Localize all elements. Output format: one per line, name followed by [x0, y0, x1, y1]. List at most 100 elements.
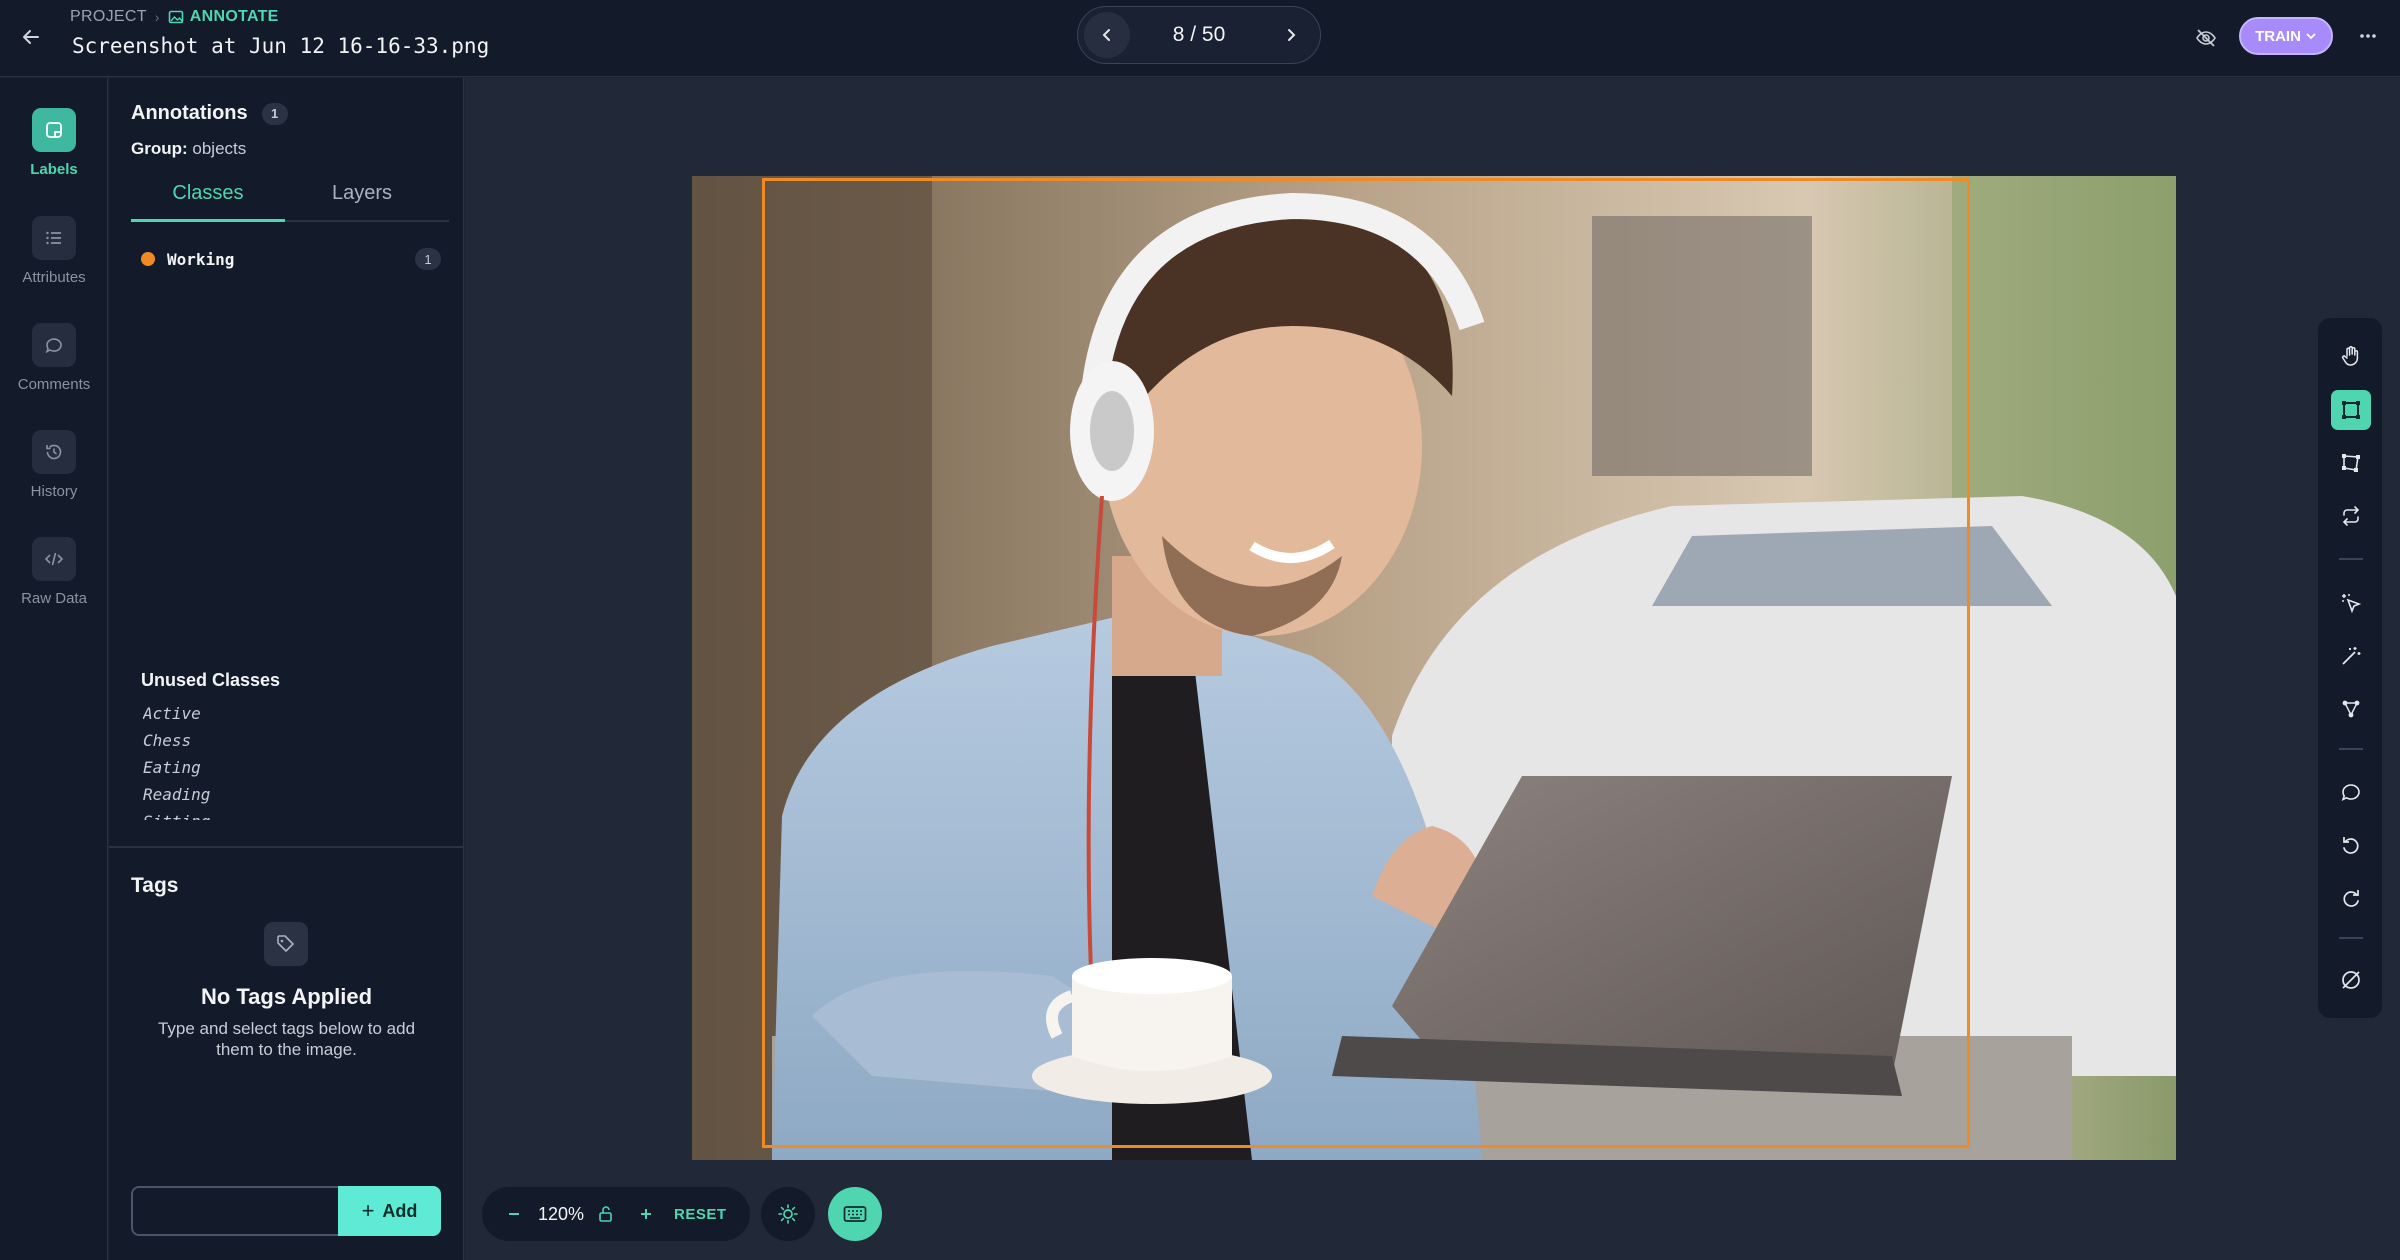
tab-classes[interactable]: Classes: [131, 174, 285, 222]
top-header: PROJECT › ANNOTATE Screenshot at Jun 12 …: [0, 0, 2400, 77]
annotations-title: Annotations: [131, 102, 248, 124]
breadcrumb-annotate-label: ANNOTATE: [189, 8, 279, 25]
hand-icon: [2341, 346, 2359, 366]
repeat-icon: [2342, 506, 2360, 526]
keypoint-tool-button[interactable]: [2331, 689, 2371, 729]
panel-divider: [109, 846, 464, 848]
breadcrumb-project[interactable]: PROJECT: [70, 8, 147, 26]
tags-empty-title: No Tags Applied: [200, 984, 373, 1009]
keyboard-shortcuts-button[interactable]: [828, 1187, 882, 1241]
add-tag-button[interactable]: + Add: [338, 1186, 441, 1236]
class-count-badge: 1: [415, 248, 441, 270]
train-button[interactable]: TRAIN: [2239, 17, 2333, 55]
previous-image-button[interactable]: [1084, 12, 1130, 58]
rail-label-raw-data: Raw Data: [21, 590, 87, 607]
tab-layers[interactable]: Layers: [285, 174, 439, 220]
polygon-icon: [2342, 454, 2360, 472]
comment-tool-button[interactable]: [2331, 772, 2371, 812]
zoom-level: 120%: [538, 1203, 585, 1224]
undo-button[interactable]: [2331, 825, 2371, 865]
train-label: TRAIN: [2255, 27, 2301, 45]
tag-input[interactable]: [131, 1186, 338, 1236]
toolbar-divider: [2339, 558, 2363, 560]
bounding-box-tool-button[interactable]: [2331, 390, 2371, 430]
brightness-button[interactable]: [761, 1187, 815, 1241]
group-label: Group:: [131, 139, 188, 158]
tool-palette: [2318, 318, 2382, 1018]
smart-select-tool-button[interactable]: [2331, 583, 2371, 623]
comment-icon: [32, 323, 76, 367]
unused-class-item[interactable]: Active: [143, 700, 433, 727]
history-icon: [32, 430, 76, 474]
unused-class-item[interactable]: Chess: [143, 727, 433, 754]
plus-icon: [641, 1209, 652, 1219]
smart-select-icon: [2342, 594, 2362, 614]
zoom-lock-button[interactable]: [592, 1200, 620, 1228]
magic-wand-tool-button[interactable]: [2331, 636, 2371, 676]
class-name: Working: [167, 249, 235, 269]
repeat-tool-button[interactable]: [2331, 496, 2371, 536]
plus-icon: +: [361, 1198, 375, 1223]
back-button[interactable]: [16, 22, 46, 52]
arrow-left-icon: [23, 30, 39, 44]
class-row-working[interactable]: Working 1: [141, 246, 441, 272]
label-icon: [32, 108, 76, 152]
comment-icon: [2341, 784, 2360, 802]
code-icon: [32, 537, 76, 581]
left-rail: Labels Attributes Comments History Raw D…: [0, 78, 108, 1260]
unused-class-item[interactable]: Eating: [143, 754, 433, 781]
annotations-header: Annotations 1: [131, 102, 288, 125]
chevron-right-icon: [1287, 29, 1296, 41]
rail-label-history: History: [30, 483, 78, 500]
keyboard-icon: [843, 1206, 867, 1222]
zoom-controls: 120% RESET: [482, 1187, 750, 1241]
unused-classes-list: Active Chess Eating Reading Sitting: [143, 700, 433, 820]
unused-class-item[interactable]: Reading: [143, 781, 433, 808]
redo-icon: [2343, 890, 2359, 907]
tags-title: Tags: [131, 874, 179, 897]
rail-item-comments[interactable]: Comments: [0, 323, 108, 419]
rail-item-history[interactable]: History: [0, 430, 108, 526]
unused-class-item[interactable]: Sitting: [143, 808, 433, 820]
undo-icon: [2343, 837, 2359, 854]
bounding-box-annotation[interactable]: [762, 178, 1970, 1148]
toolbar-divider: [2339, 748, 2363, 750]
add-tag-label: Add: [382, 1200, 418, 1221]
magic-wand-icon: [2342, 647, 2361, 665]
zoom-in-button[interactable]: [632, 1200, 660, 1228]
sun-icon: [778, 1204, 798, 1224]
image-pager: 8 / 50: [1077, 6, 1321, 64]
image-icon: [168, 10, 184, 24]
more-options-button[interactable]: [2352, 20, 2384, 52]
group-value: objects: [192, 139, 247, 158]
pan-tool-button[interactable]: [2331, 336, 2371, 376]
rail-item-labels[interactable]: Labels: [0, 108, 108, 204]
unlock-icon: [599, 1206, 612, 1222]
eye-off-icon: [2196, 29, 2216, 47]
reset-zoom-button[interactable]: RESET: [674, 1206, 727, 1223]
rail-label-comments: Comments: [17, 376, 91, 393]
rail-item-attributes[interactable]: Attributes: [0, 216, 108, 312]
redo-button[interactable]: [2331, 878, 2371, 918]
file-name: Screenshot at Jun 12 16-16-33.png: [72, 34, 490, 58]
tags-empty-subtitle: Type and select tags below to add them t…: [157, 1019, 416, 1059]
toggle-visibility-button[interactable]: [2190, 22, 2222, 54]
keypoint-icon: [2342, 700, 2360, 718]
annotations-panel: Annotations 1 Group: objects Classes Lay…: [109, 78, 464, 1260]
unused-classes-title: Unused Classes: [141, 670, 281, 690]
zoom-out-button[interactable]: [500, 1200, 528, 1228]
next-image-button[interactable]: [1268, 12, 1314, 58]
toolbar-divider: [2339, 937, 2363, 939]
tag-icon: [264, 922, 308, 966]
class-color-dot: [141, 252, 155, 266]
pager-position: 8 / 50: [1172, 23, 1226, 46]
list-icon: [32, 216, 76, 260]
polygon-tool-button[interactable]: [2331, 443, 2371, 483]
rail-item-raw-data[interactable]: Raw Data: [0, 537, 108, 633]
minus-icon: [509, 1213, 519, 1215]
group-line: Group: objects: [131, 139, 246, 159]
chevron-down-icon: [2306, 33, 2316, 40]
rail-label-attributes: Attributes: [22, 269, 86, 286]
panel-tabs: Classes Layers: [131, 174, 449, 222]
clear-annotations-button[interactable]: [2331, 960, 2371, 1000]
